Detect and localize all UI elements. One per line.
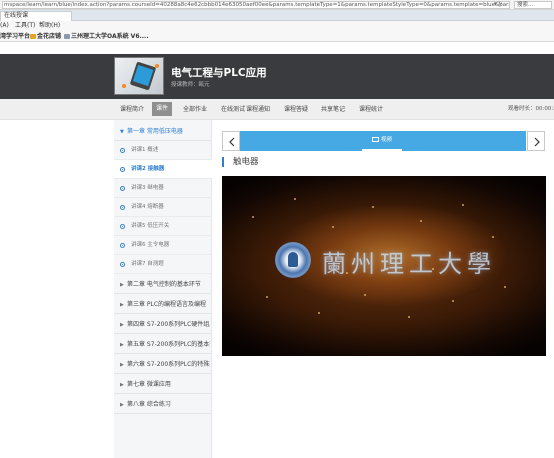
chapter-5[interactable]: ▶第五章 S7-200系列PLC的基本指令 (114, 335, 212, 354)
caret-right-icon: ▶ (120, 282, 124, 288)
favorites-bar: 湾学习平台 金花店铺 三州理工大学OA系统 V6.... (0, 31, 554, 42)
browser-menu-bar: (A) 工具(T) 帮助(H) (0, 21, 554, 31)
chapter-1[interactable]: ▼ 第一章 常用低压电器 (114, 122, 212, 141)
video-watermark: 蘭州理工大學 (322, 250, 496, 278)
lesson-item[interactable]: 讲课4 熔断器 (114, 198, 212, 217)
nav-shared-notes[interactable]: 共享笔记 (321, 105, 345, 114)
nav-course-qa[interactable]: 课程答疑 (284, 105, 308, 114)
address-bar: mspace/learn/learn/blue/index.action?par… (0, 0, 554, 10)
browser-search-input[interactable]: 搜索... (514, 1, 552, 9)
caret-right-icon: ▶ (120, 342, 124, 348)
caret-right-icon: ▶ (120, 402, 124, 408)
caret-right-icon: ▶ (120, 302, 124, 308)
nav-course-intro[interactable]: 课程简介 (120, 105, 144, 114)
video-player[interactable]: 蘭州理工大學 (222, 176, 546, 356)
circle-bullet-icon (120, 186, 125, 191)
chevron-left-icon (229, 137, 235, 147)
section-marker (222, 157, 224, 167)
chapter-sidebar: ▼ 第一章 常用低压电器 讲课1 概述 讲课2 接触器 讲课3 继电器 讲课4 熔… (114, 120, 212, 458)
caret-right-icon: ▶ (120, 322, 124, 328)
study-time: 观看时长：00:00:23 (508, 106, 554, 112)
course-thumbnail (114, 57, 164, 95)
course-header (0, 54, 554, 99)
browser-tab[interactable]: 在线授课 (0, 11, 72, 21)
lesson-item[interactable]: 讲课3 继电器 (114, 179, 212, 198)
chapter-7[interactable]: ▶ 第七章 微课应用 (114, 375, 212, 394)
star-icon (30, 34, 36, 39)
browser-tab-title: 在线授课 (4, 12, 29, 19)
favorite-link-2[interactable]: 金花店铺 (30, 33, 61, 41)
section-title: 触电器 (233, 157, 259, 167)
circle-bullet-icon (120, 224, 125, 229)
course-nav: 课程简介 课件 全部作业 在线测试 课程通知 课程答疑 共享笔记 课程统计 观看… (0, 99, 554, 120)
favorite-link-1[interactable]: 湾学习平台 (0, 33, 30, 41)
menu-item-edit[interactable]: (A) (0, 22, 9, 30)
caret-right-icon: ▶ (120, 382, 124, 388)
circle-bullet-icon (120, 205, 125, 210)
next-button[interactable] (527, 131, 545, 151)
nav-all-homework[interactable]: 全部作业 (183, 105, 207, 114)
lesson-item-active[interactable]: 讲课2 接触器 (114, 160, 212, 179)
lesson-item[interactable]: 讲课1 概述 (114, 141, 212, 160)
chapter-4[interactable]: ▶ 第四章 S7-200系列PLC硬件组成 (114, 315, 212, 334)
nav-online-test[interactable]: 在线测试 (221, 105, 245, 114)
favorite-link-3[interactable]: 三州理工大学OA系统 V6.... (64, 33, 149, 41)
url-field[interactable]: mspace/learn/learn/blue/index.action?par… (2, 1, 510, 9)
caret-down-icon: ▼ (120, 129, 124, 135)
nav-course-stats[interactable]: 课程统计 (359, 105, 383, 114)
chapter-2[interactable]: ▶ 第二章 电气控制的基本环节 (114, 275, 212, 294)
monitor-icon (371, 137, 379, 142)
lesson-item[interactable]: 讲课5 低压开关 (114, 217, 212, 236)
chapter-8[interactable]: ▶ 第八章 综合练习 (114, 395, 212, 414)
browser-tab-bar: 在线授课 (0, 10, 554, 21)
course-teacher: 授课教师：瓯元 (171, 82, 210, 88)
circle-bullet-icon (120, 167, 125, 172)
active-tab-underline (362, 149, 402, 151)
chapter-6[interactable]: ▶第六章 S7-200系列PLC的特殊指令 (114, 355, 212, 374)
course-title: 电气工程与PLC应用 (171, 67, 267, 79)
circle-bullet-icon (120, 262, 125, 267)
nav-courseware[interactable]: 课件 (152, 102, 173, 116)
university-logo (275, 242, 311, 278)
prev-button[interactable] (222, 131, 240, 151)
tab-video[interactable]: 视频 (362, 134, 402, 146)
chevron-right-icon (534, 137, 540, 147)
circle-bullet-icon (120, 148, 125, 153)
menu-item-help[interactable]: 帮助(H) (39, 22, 60, 30)
url-controls[interactable]: ▾ ↻ (494, 1, 502, 7)
globe-icon (64, 34, 70, 39)
lesson-item[interactable]: 讲课7 自测题 (114, 255, 212, 274)
lesson-item[interactable]: 讲课6 主令电器 (114, 236, 212, 255)
page-top-gap (0, 42, 554, 54)
chapter-3[interactable]: ▶ 第三章 PLC的编程语言及编程 (114, 295, 212, 314)
nav-course-notice[interactable]: 课程通知 (246, 105, 270, 114)
caret-right-icon: ▶ (120, 362, 124, 368)
menu-item-tools[interactable]: 工具(T) (15, 22, 35, 30)
circle-bullet-icon (120, 243, 125, 248)
